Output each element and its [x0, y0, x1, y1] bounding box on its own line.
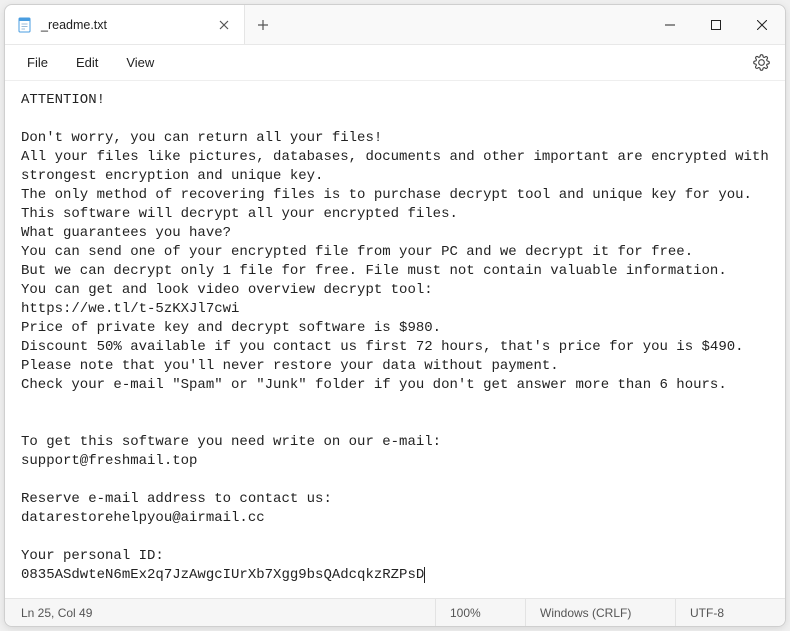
statusbar: Ln 25, Col 49 100% Windows (CRLF) UTF-8 [5, 598, 785, 626]
tab-close-button[interactable] [212, 13, 236, 37]
menubar: File Edit View [5, 45, 785, 81]
text-caret [424, 567, 425, 583]
maximize-button[interactable] [693, 5, 739, 44]
document-text: ATTENTION! Don't worry, you can return a… [21, 92, 777, 583]
titlebar: _readme.txt [5, 5, 785, 45]
close-window-button[interactable] [739, 5, 785, 44]
status-zoom[interactable]: 100% [435, 599, 525, 626]
tab-active[interactable]: _readme.txt [5, 5, 245, 44]
status-line-ending: Windows (CRLF) [525, 599, 675, 626]
new-tab-button[interactable] [245, 5, 281, 44]
notepad-window: _readme.txt File Edit View [4, 4, 786, 627]
minimize-icon [665, 20, 675, 30]
settings-button[interactable] [747, 49, 775, 77]
status-encoding: UTF-8 [675, 599, 785, 626]
text-editor-area[interactable]: ATTENTION! Don't worry, you can return a… [5, 81, 785, 598]
close-icon [757, 20, 767, 30]
menu-edit[interactable]: Edit [64, 49, 110, 76]
minimize-button[interactable] [647, 5, 693, 44]
status-cursor-position: Ln 25, Col 49 [5, 599, 106, 626]
tab-title: _readme.txt [41, 18, 204, 32]
menu-file[interactable]: File [15, 49, 60, 76]
plus-icon [257, 19, 269, 31]
titlebar-drag-area[interactable] [281, 5, 647, 44]
gear-icon [753, 54, 770, 71]
notepad-icon [17, 17, 33, 33]
menu-view[interactable]: View [114, 49, 166, 76]
window-controls [647, 5, 785, 44]
maximize-icon [711, 20, 721, 30]
close-icon [219, 20, 229, 30]
